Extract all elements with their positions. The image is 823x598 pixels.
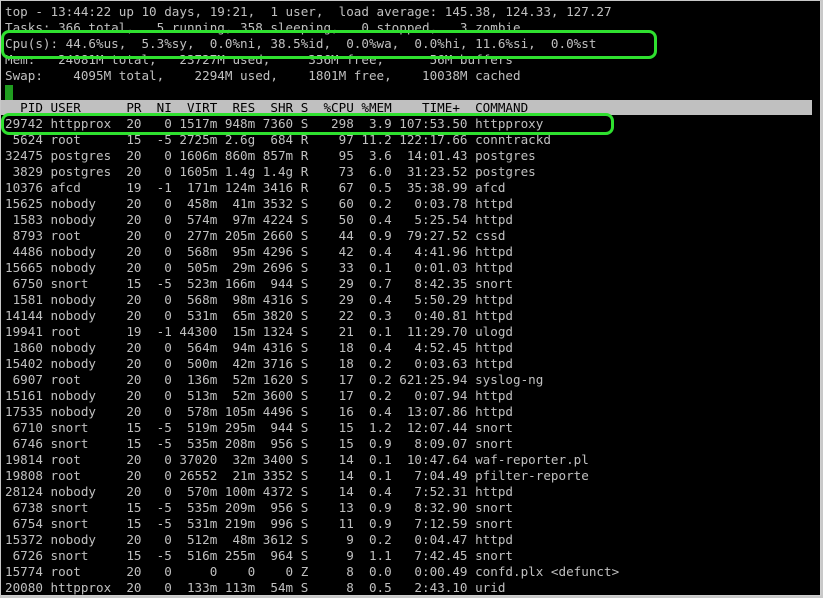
process-row: 4486 nobody 20 0 568m 95m 4296 S 42 0.4 … — [5, 244, 513, 259]
process-row: 15402 nobody 20 0 500m 42m 3716 S 18 0.2… — [5, 356, 513, 371]
process-row: 6754 snort 15 -5 531m 219m 996 S 11 0.9 … — [5, 516, 513, 531]
uptime-load-line: top - 13:44:22 up 10 days, 19:21, 1 user… — [5, 4, 612, 19]
process-row: 15665 nobody 20 0 505m 29m 2696 S 33 0.1… — [5, 260, 513, 275]
top-process-highlight — [1, 113, 614, 135]
process-row: 19814 root 20 0 37020 32m 3400 S 14 0.1 … — [5, 452, 589, 467]
process-row: 6907 root 20 0 136m 52m 1620 S 17 0.2 62… — [5, 372, 544, 387]
process-row: 14144 nobody 20 0 531m 65m 3820 S 22 0.3… — [5, 308, 513, 323]
process-row: 20080 httpprox 20 0 133m 113m 54m S 8 0.… — [5, 580, 506, 595]
process-row: 1583 nobody 20 0 574m 97m 4224 S 50 0.4 … — [5, 212, 513, 227]
swap-line: Swap: 4095M total, 2294M used, 1801M fre… — [5, 68, 521, 83]
process-row: 15372 nobody 20 0 512m 48m 3612 S 9 0.2 … — [5, 532, 513, 547]
process-row: 6738 snort 15 -5 535m 209m 956 S 13 0.9 … — [5, 500, 513, 515]
process-row: 15774 root 20 0 0 0 0 Z 8 0.0 0:00.49 co… — [5, 564, 620, 579]
process-row: 19941 root 19 -1 44300 15m 1324 S 21 0.1… — [5, 324, 513, 339]
terminal-cursor — [5, 85, 13, 100]
process-row: 6746 snort 15 -5 535m 208m 956 S 15 0.9 … — [5, 436, 513, 451]
terminal-window[interactable]: top - 13:44:22 up 10 days, 19:21, 1 user… — [1, 1, 821, 596]
process-row: 28124 nobody 20 0 570m 100m 4372 S 14 0.… — [5, 484, 513, 499]
process-row: 15161 nobody 20 0 513m 52m 3600 S 17 0.2… — [5, 388, 513, 403]
process-row: 1581 nobody 20 0 568m 98m 4316 S 29 0.4 … — [5, 292, 513, 307]
process-row: 8793 root 20 0 277m 205m 2660 S 44 0.9 7… — [5, 228, 506, 243]
process-row: 15625 nobody 20 0 458m 41m 3532 S 60 0.2… — [5, 196, 513, 211]
process-row: 3829 postgres 20 0 1605m 1.4g 1.4g R 73 … — [5, 164, 536, 179]
process-row: 32475 postgres 20 0 1606m 860m 857m R 95… — [5, 148, 536, 163]
process-row: 1860 nobody 20 0 564m 94m 4316 S 18 0.4 … — [5, 340, 513, 355]
process-row: 10376 afcd 19 -1 171m 124m 3416 R 67 0.5… — [5, 180, 506, 195]
cpu-line-highlight — [1, 30, 657, 59]
process-row: 6750 snort 15 -5 523m 166m 944 S 29 0.7 … — [5, 276, 513, 291]
process-row: 6726 snort 15 -5 516m 255m 964 S 9 1.1 7… — [5, 548, 513, 563]
process-row: 19808 root 20 0 26552 21m 3352 S 14 0.1 … — [5, 468, 589, 483]
process-row: 6710 snort 15 -5 519m 295m 944 S 15 1.2 … — [5, 420, 513, 435]
process-row: 17535 nobody 20 0 578m 105m 4496 S 16 0.… — [5, 404, 513, 419]
